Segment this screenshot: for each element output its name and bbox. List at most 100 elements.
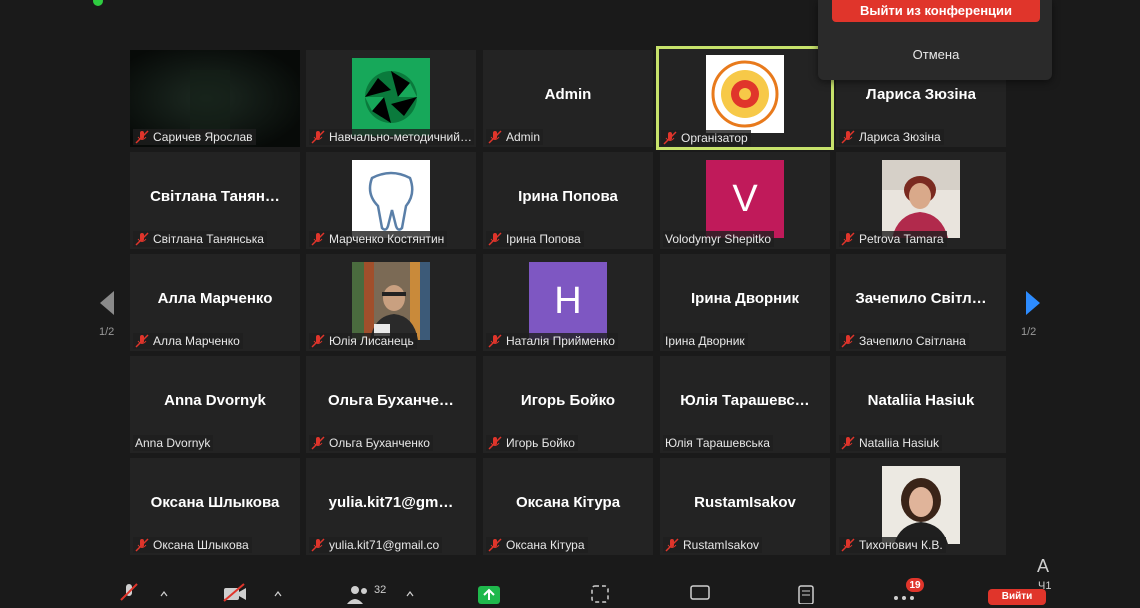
participant-tile[interactable]: Ірина Дворник Ірина Дворник bbox=[660, 254, 830, 351]
side-char-b: Ч1 bbox=[1038, 580, 1052, 592]
participant-tile[interactable]: Ірина Попова Ірина Попова bbox=[483, 152, 653, 249]
participant-label: Оксана Шлыкова bbox=[133, 537, 252, 553]
mute-microphone-icon[interactable] bbox=[118, 582, 140, 602]
mic-muted-icon bbox=[311, 538, 325, 552]
participant-tile[interactable]: Навчально-методичний… bbox=[306, 50, 476, 147]
next-page-icon[interactable] bbox=[1022, 288, 1044, 318]
participant-label: Ірина Попова bbox=[486, 231, 584, 247]
participant-name: Оксана Кітура bbox=[506, 538, 585, 552]
organization-emblem-icon bbox=[706, 55, 784, 133]
participant-label: Лариса Зюзіна bbox=[839, 129, 944, 145]
participant-name: yulia.kit71@gmail.co bbox=[329, 538, 440, 552]
participant-label: Зачепило Світлана bbox=[839, 333, 969, 349]
active-speaker-tile[interactable]: Організатор bbox=[656, 46, 834, 150]
participant-tile[interactable]: RustamIsakov RustamIsakov bbox=[660, 458, 830, 555]
participant-label: Тихонович К.В. bbox=[839, 537, 946, 553]
mic-muted-icon bbox=[488, 538, 502, 552]
participant-tile[interactable]: Ольга Буханче… Ольга Буханченко bbox=[306, 356, 476, 453]
participant-name: Юлія Тарашевська bbox=[665, 436, 770, 450]
participants-icon[interactable] bbox=[346, 584, 372, 604]
participant-label: Світлана Танянська bbox=[133, 231, 267, 247]
mic-muted-icon bbox=[135, 334, 149, 348]
mic-muted-icon bbox=[841, 130, 855, 144]
participant-name: Алла Марченко bbox=[153, 334, 240, 348]
record-icon[interactable] bbox=[589, 584, 611, 604]
notes-icon[interactable] bbox=[795, 584, 817, 604]
participant-name: Игорь Бойко bbox=[506, 436, 575, 450]
mic-muted-icon bbox=[665, 538, 679, 552]
participant-tile[interactable]: Nataliia Hasiuk Nataliia Hasiuk bbox=[836, 356, 1006, 453]
aperture-logo-icon bbox=[352, 58, 430, 136]
participant-label: Admin bbox=[486, 129, 544, 145]
participant-name: Світлана Танянська bbox=[153, 232, 264, 246]
participant-label: RustamIsakov bbox=[663, 537, 763, 553]
participant-name: Зачепило Світлана bbox=[859, 334, 966, 348]
participant-name: Марченко Костянтин bbox=[329, 232, 445, 246]
participant-name: RustamIsakov bbox=[683, 538, 760, 552]
participant-label: Ольга Буханченко bbox=[309, 435, 433, 451]
stop-video-icon[interactable] bbox=[222, 582, 248, 602]
mic-muted-icon bbox=[135, 232, 149, 246]
participant-name: Тихонович К.В. bbox=[859, 538, 943, 552]
participant-name: Наталія Приймeнко bbox=[506, 334, 615, 348]
participant-name: Volodymyr Shepitko bbox=[665, 232, 772, 246]
side-char-a: A bbox=[1037, 556, 1050, 576]
mic-muted-icon bbox=[841, 232, 855, 246]
participant-tile[interactable]: Юлія Тарашевс… Юлія Тарашевська bbox=[660, 356, 830, 453]
mic-muted-icon bbox=[311, 130, 325, 144]
chevron-up-icon[interactable] bbox=[406, 590, 414, 598]
notification-badge: 19 bbox=[906, 578, 924, 592]
left-gutter bbox=[0, 0, 88, 600]
chevron-up-icon[interactable] bbox=[274, 590, 282, 598]
participant-tile[interactable]: V Volodymyr Shepitko bbox=[660, 152, 830, 249]
participant-tile[interactable]: Игорь Бойко Игорь Бойко bbox=[483, 356, 653, 453]
participant-tile[interactable]: Зачепило Світл… Зачепило Світлана bbox=[836, 254, 1006, 351]
participant-tile[interactable]: Юлія Лисанець bbox=[306, 254, 476, 351]
participant-label: Юлія Лисанець bbox=[309, 333, 417, 349]
participant-tile[interactable]: Admin Admin bbox=[483, 50, 653, 147]
participant-label: Наталія Приймeнко bbox=[486, 333, 618, 349]
mic-muted-icon bbox=[488, 232, 502, 246]
mic-muted-icon bbox=[841, 436, 855, 450]
previous-page-icon[interactable] bbox=[96, 288, 118, 318]
participant-tile[interactable]: Алла Марченко Алла Марченко bbox=[130, 254, 300, 351]
participant-label: Оксана Кітура bbox=[486, 537, 588, 553]
mic-muted-icon bbox=[488, 334, 502, 348]
mic-muted-icon bbox=[311, 334, 325, 348]
participant-tile[interactable]: Petrova Tamara bbox=[836, 152, 1006, 249]
participant-name: Nataliia Hasiuk bbox=[859, 436, 940, 450]
participant-tile[interactable]: Оксана Шлыкова Оксана Шлыкова bbox=[130, 458, 300, 555]
page-indicator-left: 1/2 bbox=[99, 326, 115, 338]
participant-tile[interactable]: Тихонович К.В. bbox=[836, 458, 1006, 555]
page-indicator-right: 1/2 bbox=[1021, 326, 1037, 338]
right-gutter bbox=[1063, 0, 1140, 600]
chevron-up-icon[interactable] bbox=[160, 590, 168, 598]
participant-label: Марченко Костянтин bbox=[309, 231, 448, 247]
participant-photo bbox=[352, 262, 430, 340]
participant-name: Саричев Ярослав bbox=[153, 130, 253, 144]
letter-avatar: V bbox=[706, 160, 784, 238]
participant-label: Игорь Бойко bbox=[486, 435, 578, 451]
participant-tile[interactable]: Світлана Танян… Світлана Танянська bbox=[130, 152, 300, 249]
mic-muted-icon bbox=[663, 131, 677, 145]
participant-tile[interactable]: Саричев Ярослав bbox=[130, 50, 300, 147]
cancel-button[interactable]: Отмена bbox=[832, 40, 1040, 68]
mic-muted-icon bbox=[488, 436, 502, 450]
participant-label: Nataliia Hasiuk bbox=[839, 435, 943, 451]
participant-tile[interactable]: Марченко Костянтин bbox=[306, 152, 476, 249]
participant-tile[interactable]: yulia.kit71@gm… yulia.kit71@gmail.co bbox=[306, 458, 476, 555]
participant-name: Ольга Буханченко bbox=[329, 436, 430, 450]
participant-name: Юлія Лисанець bbox=[329, 334, 414, 348]
leave-meeting-button[interactable]: Выйти из конференции bbox=[832, 0, 1040, 22]
participant-tile[interactable]: H Наталія Приймeнко bbox=[483, 254, 653, 351]
letter-avatar: H bbox=[529, 262, 607, 340]
gallery-grid: Саричев Ярослав Навчально-методичний… Ad… bbox=[130, 46, 1008, 555]
mic-muted-icon bbox=[841, 538, 855, 552]
participant-label: Petrova Tamara bbox=[839, 231, 947, 247]
participant-name: Оксана Шлыкова bbox=[153, 538, 249, 552]
participant-tile[interactable]: Оксана Кітура Оксана Кітура bbox=[483, 458, 653, 555]
share-screen-icon[interactable] bbox=[477, 584, 501, 604]
chat-icon[interactable] bbox=[689, 584, 711, 604]
participant-name: Лариса Зюзіна bbox=[859, 130, 941, 144]
participant-tile[interactable]: Anna Dvornyk Anna Dvornyk bbox=[130, 356, 300, 453]
